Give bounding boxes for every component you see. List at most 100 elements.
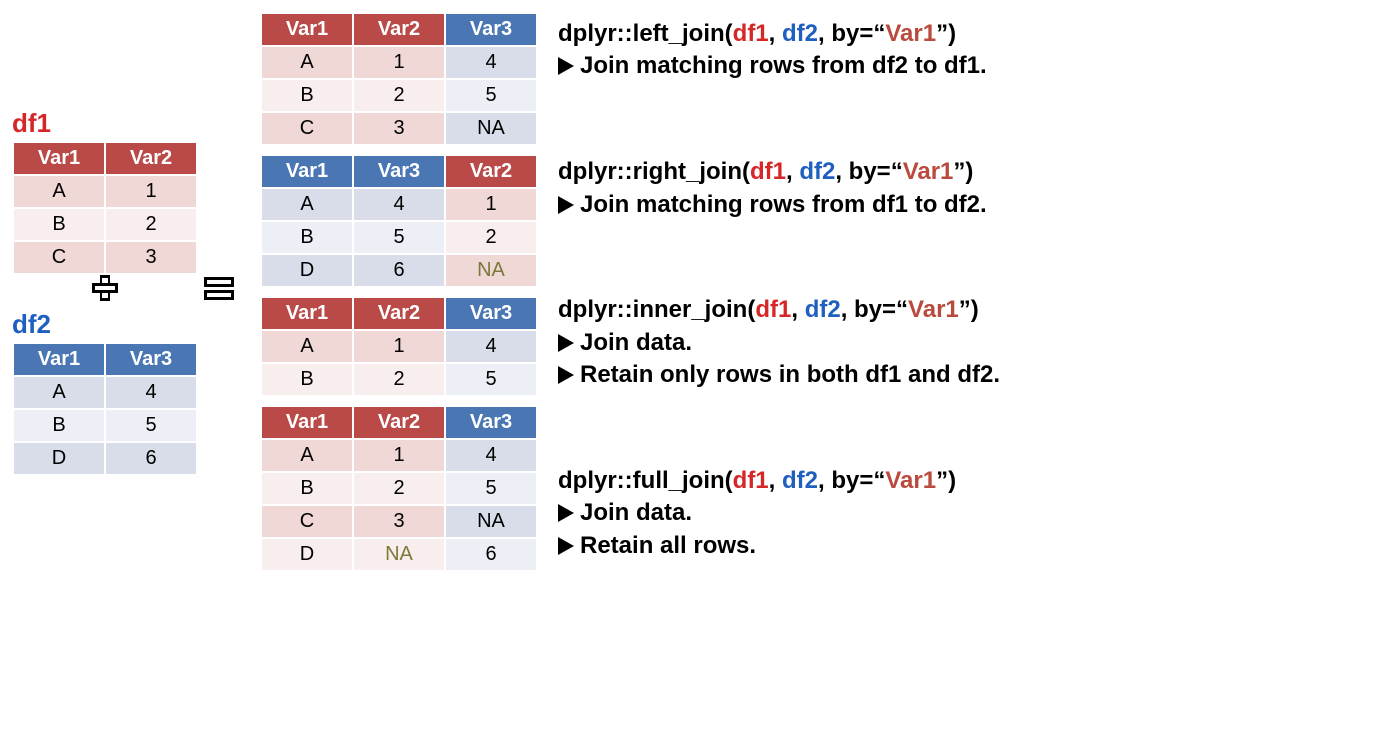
t: df1 [733, 467, 769, 494]
df1-table: Var1Var2 A1 B2 C3 [12, 141, 198, 275]
inner-join-table: Var1Var2Var3 A14 B25 [260, 296, 538, 397]
cell: 2 [445, 221, 537, 254]
cell: A [13, 376, 105, 409]
t: Var1 [903, 158, 954, 185]
h: Var2 [353, 13, 445, 46]
t: df2 [799, 158, 835, 185]
cell: 2 [353, 363, 445, 396]
cell: B [261, 221, 353, 254]
cell: 1 [105, 175, 197, 208]
h: Var1 [261, 155, 353, 188]
cell: A [261, 330, 353, 363]
cell: D [261, 538, 353, 571]
t: , [786, 158, 799, 185]
cell: 2 [353, 472, 445, 505]
t: df1 [750, 158, 786, 185]
h: Var2 [353, 406, 445, 439]
t: df2 [805, 296, 841, 323]
descriptions-column: dplyr::left_join(df1, df2, by=“Var1”) Jo… [558, 12, 1000, 572]
t: ”) [959, 296, 979, 323]
cell: D [13, 442, 105, 475]
equals-icon [204, 274, 234, 311]
diagram-root: df1 Var1Var2 A1 B2 C3 df2 Var1Var3 A4 B5… [12, 12, 1372, 572]
cell: B [261, 363, 353, 396]
cell: B [13, 409, 105, 442]
df2-label: df2 [12, 309, 198, 340]
t: df1 [755, 296, 791, 323]
h: Var3 [445, 297, 537, 330]
cell: 4 [445, 46, 537, 79]
cell: NA [445, 254, 537, 287]
cell: 4 [105, 376, 197, 409]
t: , [791, 296, 804, 323]
cell: NA [445, 505, 537, 538]
cell: 5 [105, 409, 197, 442]
plus-icon [92, 275, 118, 309]
cell: C [261, 112, 353, 145]
t: Var1 [885, 467, 936, 494]
cell: 6 [105, 442, 197, 475]
t: , by=“ [818, 467, 885, 494]
cell: 4 [445, 330, 537, 363]
cell: C [13, 241, 105, 274]
cell: 5 [445, 79, 537, 112]
cell: 1 [445, 188, 537, 221]
cell: NA [353, 538, 445, 571]
h: Var1 [261, 297, 353, 330]
cell: C [261, 505, 353, 538]
cell: 6 [353, 254, 445, 287]
cell: 3 [105, 241, 197, 274]
df2-h0: Var1 [13, 343, 105, 376]
cell: B [13, 208, 105, 241]
cell: 1 [353, 439, 445, 472]
df1-h1: Var2 [105, 142, 197, 175]
t: ”) [953, 158, 973, 185]
t: dplyr::left_join( [558, 20, 733, 47]
right-join-table: Var1Var3Var2 A41 B52 D6NA [260, 154, 538, 288]
t: dplyr::inner_join( [558, 296, 755, 323]
t: dplyr::full_join( [558, 467, 733, 494]
t: , [769, 467, 782, 494]
cell: B [261, 79, 353, 112]
full-join-table: Var1Var2Var3 A14 B25 C3NA DNA6 [260, 405, 538, 572]
inner-join-desc: dplyr::inner_join(df1, df2, by=“Var1”) J… [558, 294, 1000, 391]
t: Var1 [885, 20, 936, 47]
cell: 1 [353, 330, 445, 363]
t: ”) [936, 467, 956, 494]
t: Join matching rows from df1 to df2. [580, 191, 987, 218]
inputs-group: df1 Var1Var2 A1 B2 C3 df2 Var1Var3 A4 B5… [12, 108, 240, 476]
cell: NA [445, 112, 537, 145]
cell: D [261, 254, 353, 287]
df2-h1: Var3 [105, 343, 197, 376]
h: Var1 [261, 406, 353, 439]
cell: 4 [445, 439, 537, 472]
t: dplyr::right_join( [558, 158, 750, 185]
t: Join matching rows from df2 to df1. [580, 52, 987, 79]
h: Var2 [353, 297, 445, 330]
t: , by=“ [841, 296, 908, 323]
df1-h0: Var1 [13, 142, 105, 175]
t: df1 [733, 20, 769, 47]
cell: 4 [353, 188, 445, 221]
arrow-icon [558, 196, 574, 214]
t: Join data. [580, 329, 692, 356]
arrow-icon [558, 57, 574, 75]
t: df2 [782, 20, 818, 47]
cell: 3 [353, 112, 445, 145]
cell: 6 [445, 538, 537, 571]
cell: A [261, 46, 353, 79]
h: Var3 [445, 13, 537, 46]
arrow-icon [558, 334, 574, 352]
left-join-table: Var1Var2Var3 A14 B25 C3NA [260, 12, 538, 146]
cell: 5 [445, 363, 537, 396]
df2-block: df2 Var1Var3 A4 B5 D6 [12, 309, 198, 476]
full-join-desc: dplyr::full_join(df1, df2, by=“Var1”) Jo… [558, 465, 1000, 562]
t: , [769, 20, 782, 47]
t: Retain all rows. [580, 532, 756, 559]
t: Retain only rows in both df1 and df2. [580, 361, 1000, 388]
t: ”) [936, 20, 956, 47]
cell: 5 [353, 221, 445, 254]
t: , by=“ [835, 158, 902, 185]
arrow-icon [558, 366, 574, 384]
df1-label: df1 [12, 108, 198, 139]
